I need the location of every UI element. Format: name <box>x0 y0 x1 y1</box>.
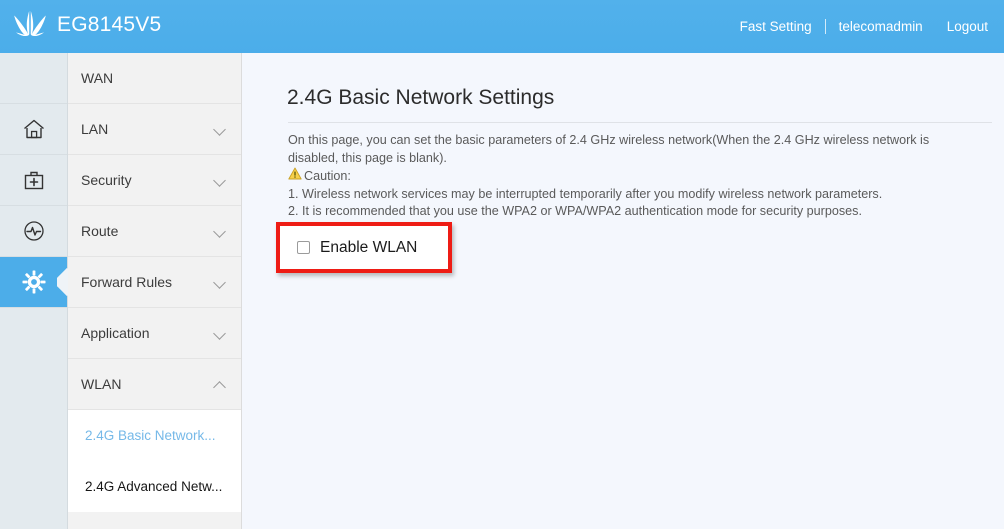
enable-wlan-highlight-box: Enable WLAN <box>276 222 452 273</box>
warning-triangle-icon <box>288 167 302 186</box>
page-title: 2.4G Basic Network Settings <box>287 86 555 109</box>
caution-item-1: 1. Wireless network services may be inte… <box>288 186 883 201</box>
menu-item-label: Application <box>81 325 150 341</box>
menu-item-label: Forward Rules <box>81 274 173 290</box>
menu-item-lan[interactable]: LAN <box>68 104 241 155</box>
menu-item-wlan[interactable]: WLAN <box>68 359 241 410</box>
router-admin-page: EG8145V5 Fast Setting telecomadmin Logou… <box>0 0 1004 529</box>
icon-rail-item-diagnostics[interactable] <box>0 206 67 257</box>
chevron-down-icon <box>214 278 227 286</box>
settings-menu-sidebar: WAN LAN Security Route Forward Rules App… <box>68 53 242 529</box>
chevron-down-icon <box>214 227 227 235</box>
chevron-up-icon <box>214 380 227 388</box>
menu-item-route[interactable]: Route <box>68 206 241 257</box>
home-icon <box>22 118 46 140</box>
description-line-1: On this page, you can set the basic para… <box>288 133 930 147</box>
submenu-item-24g-basic-network[interactable]: 2.4G Basic Network... <box>68 410 241 461</box>
enable-wlan-label[interactable]: Enable WLAN <box>320 239 417 257</box>
active-indicator-arrow <box>57 268 68 296</box>
device-model-name: EG8145V5 <box>57 12 162 36</box>
wlan-submenu: 2.4G Basic Network... 2.4G Advanced Netw… <box>68 410 241 512</box>
main-content: 2.4G Basic Network Settings On this page… <box>243 53 1004 529</box>
top-header-bar: EG8145V5 Fast Setting telecomadmin Logou… <box>0 0 1004 53</box>
menu-item-application[interactable]: Application <box>68 308 241 359</box>
diagnostics-icon <box>22 219 46 243</box>
brand: EG8145V5 <box>12 8 161 40</box>
caution-heading: Caution: <box>288 167 995 186</box>
menu-item-security[interactable]: Security <box>68 155 241 206</box>
enable-wlan-row[interactable]: Enable WLAN <box>280 226 448 269</box>
huawei-flower-logo-icon <box>12 8 48 40</box>
submenu-item-24g-advanced-network[interactable]: 2.4G Advanced Netw... <box>68 461 241 512</box>
menu-item-label: WAN <box>81 70 114 86</box>
description-line-2: disabled, this page is blank). <box>288 150 447 165</box>
icon-rail-item-toolbox[interactable] <box>0 155 67 206</box>
submenu-item-label: 2.4G Advanced Netw... <box>85 479 223 494</box>
title-divider <box>288 122 992 123</box>
caution-item-2: 2. It is recommended that you use the WP… <box>288 204 862 218</box>
menu-item-label: Security <box>81 172 132 188</box>
icon-rail <box>0 53 68 529</box>
chevron-down-icon <box>214 125 227 133</box>
menu-item-forward-rules[interactable]: Forward Rules <box>68 257 241 308</box>
chevron-down-icon <box>214 176 227 184</box>
fast-setting-link[interactable]: Fast Setting <box>740 19 812 34</box>
page-description: On this page, you can set the basic para… <box>288 132 995 221</box>
chevron-down-icon <box>214 329 227 337</box>
icon-rail-top-spacer <box>0 53 67 104</box>
menu-item-wan[interactable]: WAN <box>68 53 241 104</box>
gear-icon <box>21 269 47 295</box>
header-divider <box>824 19 826 34</box>
icon-rail-item-home[interactable] <box>0 104 67 155</box>
header-actions: Fast Setting telecomadmin Logout <box>740 0 988 53</box>
logout-link[interactable]: Logout <box>947 19 988 34</box>
menu-item-label: Route <box>81 223 119 239</box>
submenu-item-label: 2.4G Basic Network... <box>85 428 216 443</box>
icon-rail-item-settings[interactable] <box>0 257 67 308</box>
menu-item-label: LAN <box>81 121 109 137</box>
toolbox-icon <box>22 169 46 191</box>
current-username[interactable]: telecomadmin <box>839 19 923 34</box>
menu-item-label: WLAN <box>81 376 122 392</box>
enable-wlan-checkbox[interactable] <box>297 241 310 254</box>
caution-label: Caution: <box>304 168 351 183</box>
